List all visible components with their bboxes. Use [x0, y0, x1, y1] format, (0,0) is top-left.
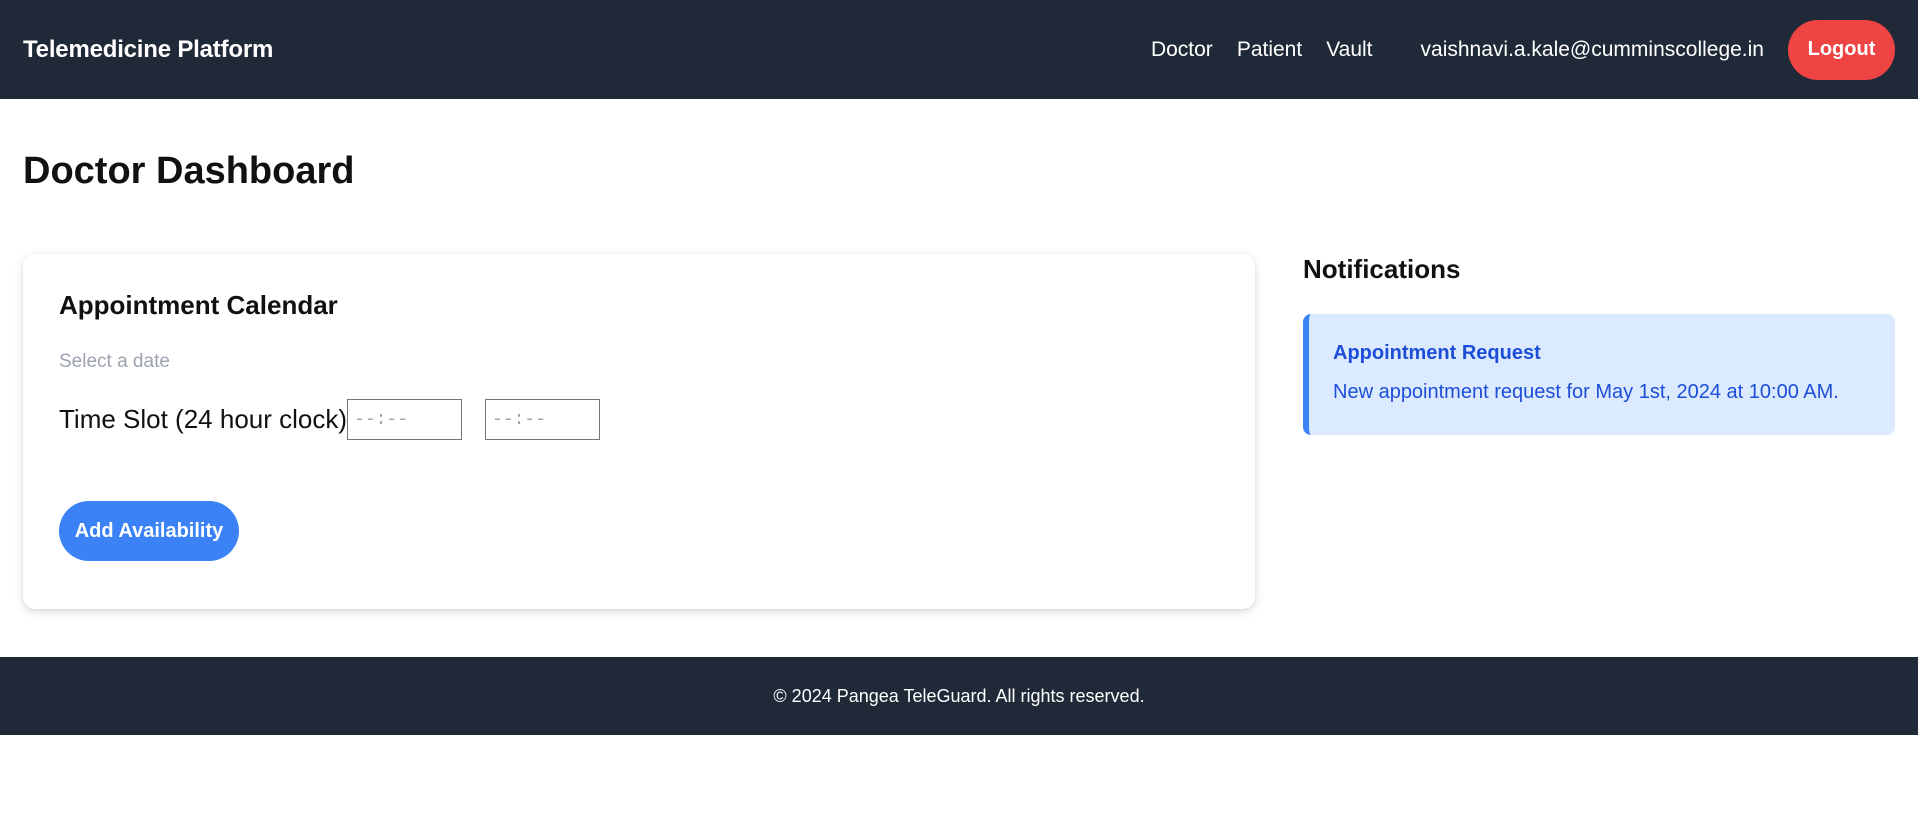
time-slot-label: Time Slot (24 hour clock)	[59, 404, 348, 434]
page-footer: © 2024 Pangea TeleGuard. All rights rese…	[0, 657, 1918, 735]
nav-link-vault[interactable]: Vault	[1326, 38, 1372, 62]
page-title: Doctor Dashboard	[23, 150, 355, 192]
start-time-input[interactable]: --:--	[347, 399, 463, 440]
calendar-title: Appointment Calendar	[59, 290, 338, 320]
nav-link-doctor[interactable]: Doctor	[1151, 38, 1213, 62]
notification-body: New appointment request for May 1st, 202…	[1333, 381, 1839, 403]
nav-menu: Doctor Patient Vault vaishnavi.a.kale@cu…	[1151, 19, 1895, 80]
brand-title[interactable]: Telemedicine Platform	[23, 36, 273, 64]
notifications-title: Notifications	[1303, 254, 1461, 284]
notification-title: Appointment Request	[1333, 342, 1541, 364]
end-time-input[interactable]: --:--	[485, 399, 601, 440]
footer-copyright: © 2024 Pangea TeleGuard. All rights rese…	[773, 685, 1145, 706]
nav-link-patient[interactable]: Patient	[1237, 38, 1302, 62]
top-navbar: Telemedicine Platform Doctor Patient Vau…	[0, 0, 1918, 99]
appointment-calendar-card: Appointment Calendar Select a date Time …	[23, 254, 1255, 609]
notification-item[interactable]: Appointment Request New appointment requ…	[1303, 314, 1895, 435]
add-availability-button[interactable]: Add Availability	[59, 501, 239, 561]
user-email: vaishnavi.a.kale@cumminscollege.in	[1420, 37, 1764, 61]
time-slot-row: Time Slot (24 hour clock) --:-- --:--	[59, 399, 1219, 440]
logout-button[interactable]: Logout	[1788, 19, 1895, 80]
date-picker[interactable]: Select a date	[59, 351, 1219, 373]
